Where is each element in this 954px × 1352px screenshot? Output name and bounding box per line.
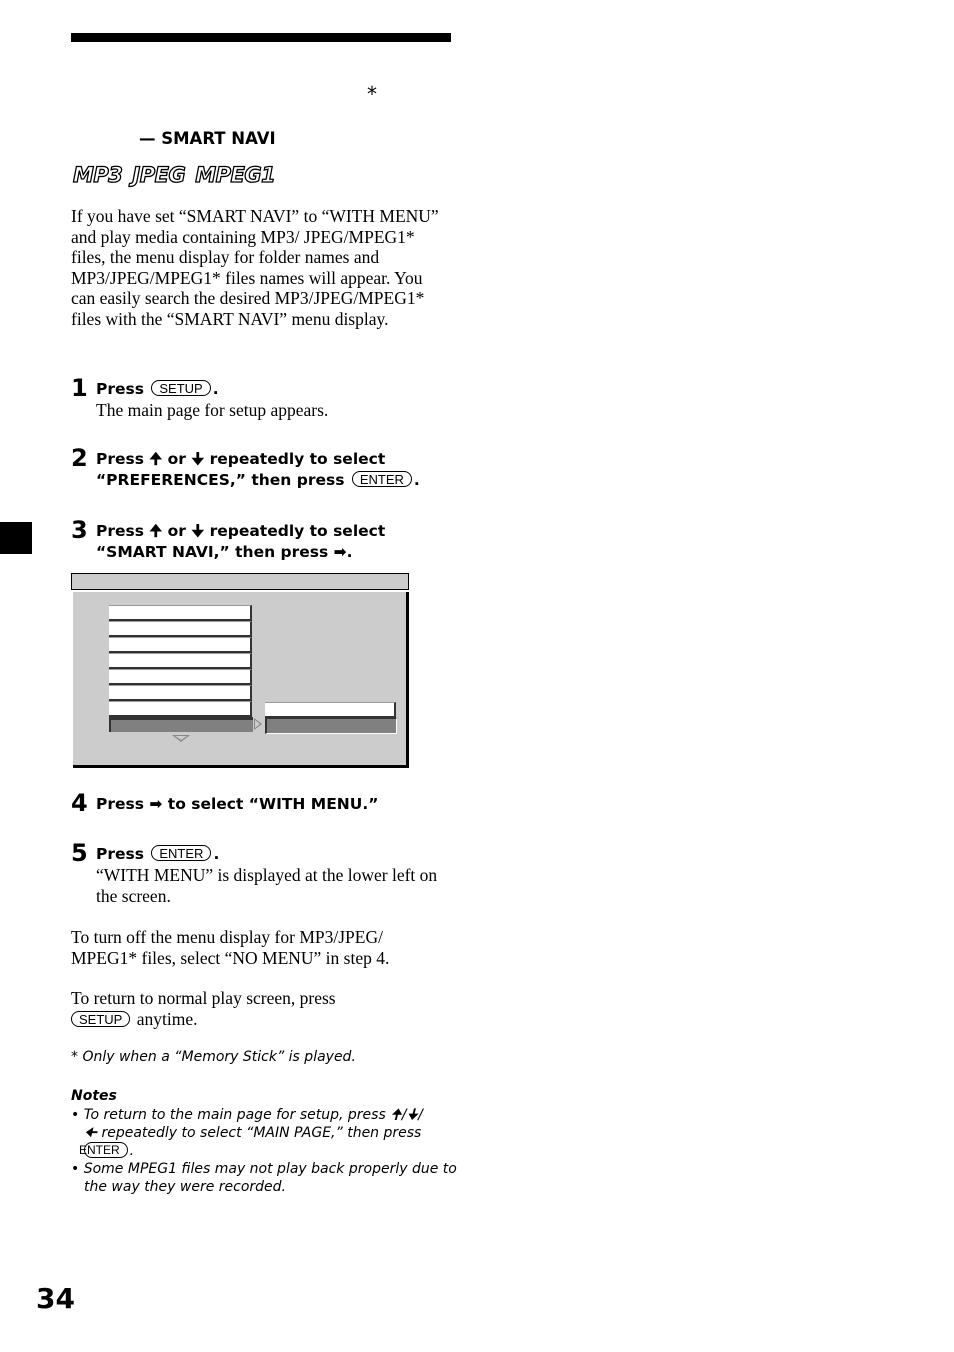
top-rule (71, 33, 451, 42)
step-number: 3 (71, 516, 88, 544)
scroll-down-icon (172, 735, 190, 742)
enter-key: ENTER (151, 845, 212, 861)
return-paragraph: To return to normal play screen, press S… (71, 988, 336, 1029)
step-number: 2 (71, 444, 88, 472)
footnote: * Only when a “Memory Stick” is played. (71, 1049, 356, 1065)
menu-row (109, 701, 252, 717)
down-arrow-icon: 🠋 (191, 450, 205, 468)
option-row (265, 702, 396, 718)
enter-key: ENTER (351, 471, 412, 487)
up-arrow-icon: 🠉 (149, 522, 163, 540)
step-number: 1 (71, 374, 88, 402)
menu-row (109, 621, 252, 637)
option-row-selected (265, 718, 397, 734)
format-logos: MP3 JPEG MPEG1 (71, 160, 277, 192)
asterisk-mark: * (367, 82, 377, 106)
turn-off-paragraph: To turn off the menu display for MP3/JPE… (71, 927, 390, 968)
notes-list: • To return to the main page for setup, … (71, 1106, 461, 1196)
setup-key: SETUP (71, 1010, 131, 1027)
notes-heading: Notes (71, 1088, 117, 1104)
step-description: The main page for setup appears. (96, 400, 329, 420)
menu-row (109, 653, 252, 669)
note-item: • Some MPEG1 files may not play back pro… (71, 1161, 457, 1195)
menu-row (109, 637, 252, 653)
step-number: 5 (71, 839, 88, 867)
right-arrow-icon: ➡ (149, 795, 163, 813)
section-title: — SMART NAVI (139, 129, 276, 148)
section-tab-marker (0, 522, 32, 554)
menu-row (109, 669, 252, 685)
menu-row (109, 685, 252, 701)
step-number: 4 (71, 789, 88, 817)
note-item: • To return to the main page for setup, … (71, 1107, 423, 1159)
mpeg1-logo-icon: MPEG1 (193, 160, 277, 192)
down-arrow-icon: 🠋 (191, 522, 205, 540)
right-arrow-icon: ➡ (333, 543, 347, 561)
step-description: “WITH MENU” is displayed at the lower le… (96, 865, 438, 906)
screen-header-bar (71, 573, 409, 590)
jpeg-logo-icon: JPEG (130, 160, 187, 192)
up-arrow-icon: 🠉 (149, 450, 163, 468)
setup-screen-illustration (71, 573, 409, 768)
setup-key: SETUP (151, 380, 211, 396)
menu-row-selected (109, 717, 253, 732)
mp3-logo-icon: MP3 (71, 160, 124, 192)
enter-key: ENTER (79, 1142, 128, 1158)
screen-panel (73, 592, 409, 768)
page-number: 34 (36, 1282, 75, 1315)
pointer-right-icon (254, 718, 262, 730)
intro-paragraph: If you have set “SMART NAVI” to “WITH ME… (71, 206, 439, 329)
menu-row (109, 605, 252, 621)
